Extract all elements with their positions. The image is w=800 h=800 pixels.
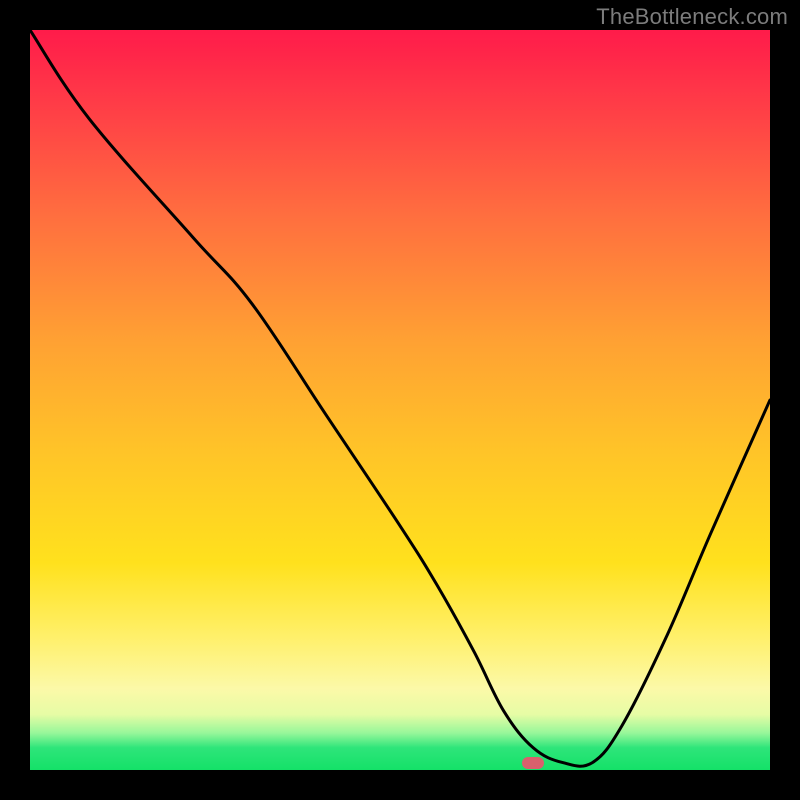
chart-frame: TheBottleneck.com <box>0 0 800 800</box>
plot-area <box>30 30 770 770</box>
watermark-text: TheBottleneck.com <box>596 4 788 30</box>
optimal-marker <box>522 757 544 769</box>
bottleneck-curve <box>30 30 770 770</box>
